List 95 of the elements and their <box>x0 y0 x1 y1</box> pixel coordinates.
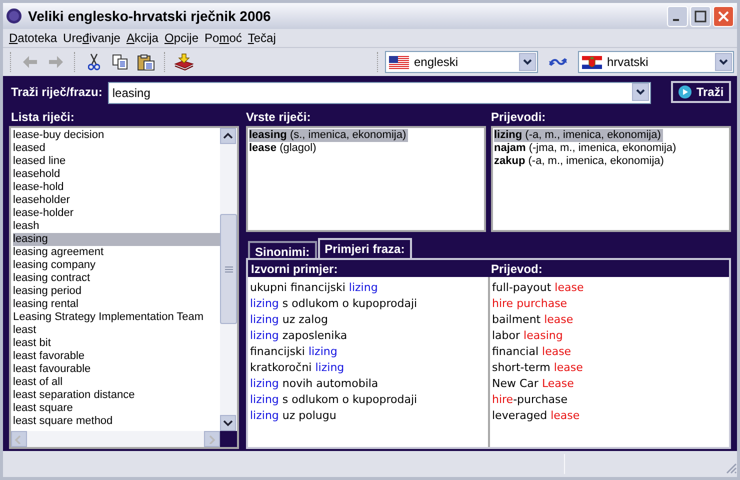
language-dropdown[interactable]: hrvatski <box>578 51 734 73</box>
word-list-item[interactable]: least square method <box>13 415 220 428</box>
resize-grip-icon[interactable] <box>725 462 737 474</box>
word-list-item[interactable]: leaseholder <box>13 194 220 207</box>
source-phrase: lizing s odlukom o kupoprodaji <box>250 296 418 312</box>
clipboard-icon[interactable] <box>137 54 155 70</box>
source-phrase: lizing novih automobila <box>250 376 378 392</box>
source-phrase: lizing zaposlenika <box>250 328 348 344</box>
swap-icon[interactable] <box>548 56 568 68</box>
chevron-icon <box>222 418 234 428</box>
word-list-item[interactable]: lease-hold <box>13 181 220 194</box>
scroll-arrow-button[interactable] <box>220 128 236 144</box>
scissors-icon[interactable] <box>88 53 100 71</box>
vertical-scrollbar[interactable] <box>220 128 237 431</box>
translated-phrase: labor leasing <box>492 328 563 344</box>
source-phrase: lizing uz polugu <box>250 408 336 424</box>
translated-phrase: hire purchase <box>492 296 568 312</box>
word-list-item[interactable]: leash <box>13 220 220 233</box>
flag-icon <box>582 56 602 68</box>
word-list-item[interactable]: least bit <box>13 337 220 350</box>
translated-phrase: bailment lease <box>492 312 574 328</box>
list-item[interactable]: najam (-jma, m., imenica, ekonomija) <box>494 142 678 155</box>
panel-title: Vrste riječi: <box>246 109 311 126</box>
panel-title: Lista riječi: <box>10 109 74 126</box>
list-item[interactable]: zakup (-a, m., imenica, ekonomija) <box>494 155 666 168</box>
word-list-item[interactable]: Leasing Strategy Implementation Team <box>13 311 220 324</box>
menu-item[interactable]: Pomoć <box>202 29 245 47</box>
translated-phrase: short-term lease <box>492 360 583 376</box>
word-list-item[interactable]: leasing company <box>13 259 220 272</box>
chevron-icon <box>222 131 234 141</box>
source-phrase: lizing s odlukom o kupoprodaji <box>250 392 418 408</box>
menu-item[interactable]: Datoteka <box>6 29 60 47</box>
list-item[interactable]: lizing (-a, m., imenica, ekonomija) <box>494 129 663 142</box>
book-arrow-icon[interactable] <box>174 53 194 71</box>
search-label: Traži riječ/frazu: <box>10 84 102 101</box>
copy-icon[interactable] <box>112 54 128 70</box>
word-list-item[interactable]: leasing period <box>13 285 220 298</box>
menu-item[interactable]: Tečaj <box>244 29 279 47</box>
word-list-item[interactable]: least of all <box>13 376 220 389</box>
word-list-item[interactable]: leasing agreement <box>13 246 220 259</box>
app-logo-icon <box>6 8 22 24</box>
play-icon <box>678 85 692 99</box>
maximize-icon <box>694 10 707 22</box>
search-field[interactable]: leasing <box>108 82 652 104</box>
minimize-button[interactable] <box>667 6 688 26</box>
word-list-item[interactable]: least separation distance <box>13 389 220 402</box>
maximize-button[interactable] <box>690 6 711 26</box>
word-list-item[interactable]: leasehold <box>13 168 220 181</box>
chevron-down-icon <box>719 59 728 65</box>
tab[interactable]: Sinonimi: <box>248 241 317 258</box>
word-list-item[interactable]: least favourable <box>13 363 220 376</box>
list-item[interactable]: leasing (s., imenica, ekonomija) <box>249 129 408 142</box>
source-phrase: ukupni financijski lizing <box>250 280 378 296</box>
close-button[interactable] <box>713 6 734 26</box>
window-title: Veliki englesko-hrvatski rječnik 2006 <box>28 6 272 26</box>
translated-phrase: full-payout lease <box>492 280 584 296</box>
translated-phrase: New Car Lease <box>492 376 574 392</box>
menu-item[interactable]: Uređivanje <box>60 29 124 47</box>
source-phrase: financijski lizing <box>250 344 338 360</box>
word-list-item[interactable]: leased line <box>13 155 220 168</box>
search-button[interactable]: Traži <box>671 81 731 103</box>
word-list-item[interactable]: least <box>13 324 220 337</box>
word-list-item[interactable]: least favorable <box>13 350 220 363</box>
word-list-item[interactable]: leased <box>13 142 220 155</box>
panel-title: Prijevodi: <box>491 109 546 126</box>
minimize-icon <box>673 19 679 21</box>
list-item[interactable]: lease (glagol) <box>249 142 318 155</box>
menu-item[interactable]: Akcija <box>123 29 162 47</box>
dropdown-button[interactable] <box>632 83 650 101</box>
scroll-thumb[interactable] <box>220 214 237 324</box>
grip-icon <box>224 266 232 272</box>
translated-phrase: hire-purchase <box>492 392 568 408</box>
word-list-item[interactable]: lease-holder <box>13 207 220 220</box>
source-phrase: kratkoročni lizing <box>250 360 344 376</box>
column-header: Prijevod: <box>490 261 542 278</box>
tab[interactable]: Primjeri fraza: <box>318 238 412 258</box>
flag-icon <box>389 56 409 68</box>
column-header: Izvorni primjer: <box>250 261 338 278</box>
chevron-down-icon <box>636 89 646 95</box>
translated-phrase: financial lease <box>492 344 572 360</box>
word-list-item[interactable]: least square <box>13 402 220 415</box>
language-dropdown[interactable]: engleski <box>385 51 538 73</box>
translated-phrase: leveraged lease <box>492 408 580 424</box>
close-icon <box>717 10 730 22</box>
source-phrase: lizing uz zalog <box>250 312 328 328</box>
menu-item[interactable]: Opcije <box>161 29 202 47</box>
word-list-item[interactable]: leasing <box>13 233 220 246</box>
dropdown-button[interactable] <box>519 53 536 71</box>
word-list-item[interactable]: leasing contract <box>13 272 220 285</box>
scroll-arrow-button[interactable] <box>220 415 236 431</box>
word-list-item[interactable]: leasing rental <box>13 298 220 311</box>
chevron-down-icon <box>523 59 532 65</box>
dropdown-button[interactable] <box>715 53 732 71</box>
word-list-item[interactable]: lease-buy decision <box>13 129 220 142</box>
scrollbar-corner <box>220 431 237 447</box>
